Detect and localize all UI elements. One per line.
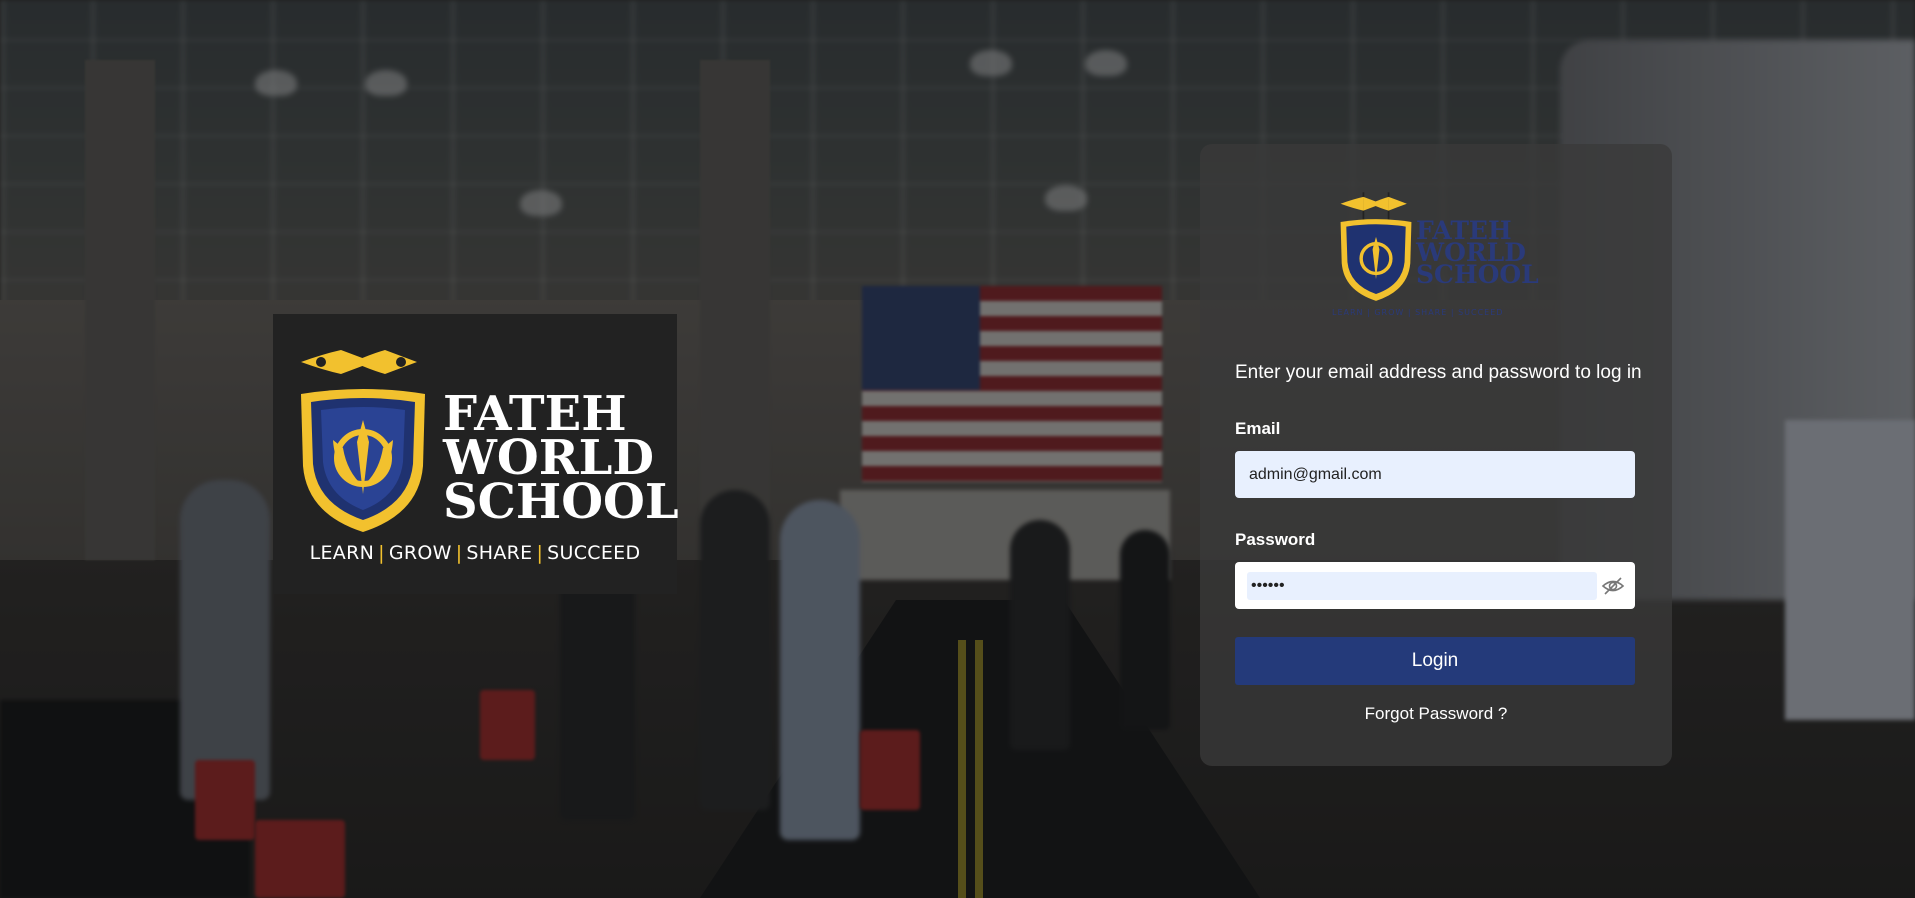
email-field[interactable] bbox=[1235, 451, 1635, 498]
password-field-wrapper bbox=[1235, 562, 1635, 609]
school-tagline: LEARN | GROW | SHARE | SUCCEED bbox=[309, 542, 641, 564]
khanda-crest-icon bbox=[301, 342, 425, 532]
password-field[interactable] bbox=[1247, 572, 1597, 600]
login-panel: FATEH WORLD SCHOOL LEARN | GROW | SHARE … bbox=[1200, 144, 1672, 766]
password-label: Password bbox=[1235, 530, 1316, 549]
login-logo: FATEH WORLD SCHOOL LEARN | GROW | SHARE … bbox=[1332, 186, 1552, 317]
eye-slash-icon[interactable] bbox=[1601, 574, 1625, 598]
forgot-password-link[interactable]: Forgot Password ? bbox=[1200, 704, 1672, 724]
brand-logo-card: FATEH WORLD SCHOOL LEARN | GROW | SHARE | SUCC… bbox=[273, 314, 679, 594]
email-label: Email bbox=[1235, 419, 1281, 438]
school-name: FATEH WORLD SCHOOL bbox=[443, 386, 679, 530]
login-instruction: Enter your email address and password to… bbox=[1235, 362, 1642, 383]
login-logo-tagline: LEARN | GROW | SHARE | SUCCEED bbox=[1332, 308, 1504, 317]
login-button[interactable]: Login bbox=[1235, 637, 1635, 685]
khanda-crest-small-icon bbox=[1340, 192, 1412, 301]
login-logo-name: FATEH WORLD SCHOOL bbox=[1416, 216, 1539, 289]
